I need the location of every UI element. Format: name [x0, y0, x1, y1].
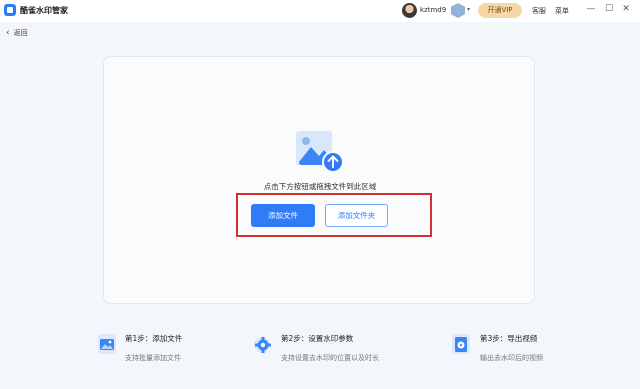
- close-icon[interactable]: ✕: [620, 4, 632, 14]
- app-logo-icon: [4, 4, 16, 16]
- maximize-icon[interactable]: ☐: [603, 4, 615, 14]
- minimize-icon[interactable]: —: [585, 4, 597, 14]
- step-title: 第1步：添加文件: [125, 334, 183, 343]
- chevron-left-icon: ‹: [6, 28, 10, 38]
- add-folder-button[interactable]: 添加文件夹: [325, 204, 388, 227]
- chevron-down-icon[interactable]: ▾: [467, 6, 470, 13]
- title-bar: 酷雀水印管家 kztmd9 ▾ 开通VIP 客服 菜单 — ☐ ✕: [0, 0, 640, 22]
- back-button[interactable]: ‹ 返回: [6, 28, 28, 38]
- step-title: 第3步：导出视频: [480, 334, 538, 343]
- add-file-button[interactable]: 添加文件: [251, 204, 315, 227]
- customer-service-button[interactable]: 客服: [532, 6, 546, 16]
- step-title: 第2步：设置水印参数: [281, 334, 354, 343]
- step-desc: 支持设置去水印的位置以及时长: [281, 354, 379, 362]
- drop-zone[interactable]: [103, 56, 535, 304]
- back-label: 返回: [13, 29, 28, 37]
- open-vip-button[interactable]: 开通VIP: [478, 3, 522, 18]
- username[interactable]: kztmd9: [420, 6, 446, 14]
- app-title: 酷雀水印管家: [20, 6, 68, 15]
- gear-icon: [254, 337, 271, 353]
- upload-image-icon: [296, 131, 344, 173]
- drop-hint: 点击下方按钮或拖拽文件到此区域: [263, 182, 377, 191]
- menu-button[interactable]: 菜单: [555, 6, 569, 16]
- avatar[interactable]: [402, 3, 417, 18]
- step-desc: 输出去水印后的视频: [480, 354, 543, 362]
- export-icon: [452, 334, 470, 354]
- step-desc: 支持批量添加文件: [125, 354, 181, 362]
- vip-badge-icon[interactable]: [451, 3, 465, 18]
- image-icon: [98, 334, 116, 354]
